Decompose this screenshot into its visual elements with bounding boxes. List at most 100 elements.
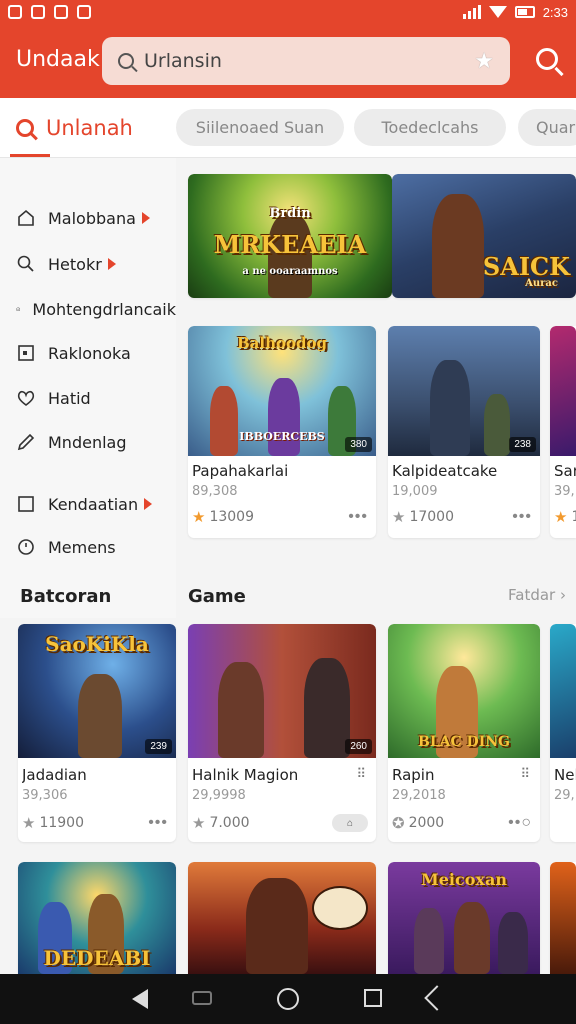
shield-icon	[54, 5, 68, 19]
star-icon: ✪	[392, 814, 405, 832]
chevron-right-icon	[107, 258, 116, 270]
game-art-title: Meicoxan	[421, 870, 507, 889]
game-card[interactable]: DEDEABI	[18, 862, 176, 974]
tab-indicator	[10, 154, 50, 157]
game-rating-value: 1	[571, 509, 576, 525]
game-rating: ★ 11900	[22, 814, 84, 832]
game-badge: 380	[345, 437, 372, 452]
banner-left[interactable]: Brdin MRKEAEIA a ne ooaraamnos	[188, 174, 392, 298]
sidebar-item[interactable]: Hetokr	[0, 244, 176, 284]
game-art-caption: BLAC DING	[418, 734, 510, 750]
see-all-label: Fatdar	[508, 586, 556, 604]
sidebar-item[interactable]: Raklonoka	[0, 333, 176, 373]
game-thumb: 238	[388, 326, 540, 456]
game-card[interactable]	[188, 862, 376, 974]
game-badge: 239	[145, 739, 172, 754]
mail-check-icon	[16, 307, 20, 311]
character-figure	[484, 394, 510, 456]
game-rating-value: 17000	[409, 509, 454, 525]
filter-chip[interactable]: Quar	[518, 109, 576, 146]
game-card[interactable]: SaoKiKla 239 Jadadian 39,306 ★ 11900 •••	[18, 624, 176, 842]
heart-icon	[17, 390, 35, 406]
system-nav-bar	[0, 974, 576, 1024]
chevron-right-icon: ›	[560, 586, 566, 604]
game-card[interactable]: 260 Halnik Magion ⠿ 29,9998 ★ 7.000 ⌂	[188, 624, 376, 842]
banner-left-subtitle: Brdin	[269, 206, 311, 221]
sidebar-item[interactable]: Hatid	[0, 378, 176, 418]
game-thumb: BLAC DING	[388, 624, 540, 758]
game-card[interactable]: Sar 39, ★ 1	[550, 326, 576, 538]
back-icon[interactable]	[132, 989, 148, 1009]
sidebar-item-label: Raklonoka	[48, 343, 131, 363]
drag-handle-icon[interactable]: ⠿	[520, 766, 530, 782]
game-card[interactable]: 238 Kalpideatcake 19,009 ★ 17000 •••	[388, 326, 540, 538]
game-title: Papahakarlai	[192, 462, 289, 480]
game-title: Sar	[554, 462, 576, 480]
status-time: 2:33	[542, 4, 568, 20]
search-box[interactable]: ★	[102, 37, 510, 85]
pencil-icon	[17, 433, 35, 451]
game-rating-value: 2000	[408, 815, 445, 831]
recents-icon[interactable]	[364, 989, 382, 1007]
sidebar-item[interactable]: Memens	[0, 527, 176, 567]
star-icon: ★	[192, 814, 206, 832]
game-card[interactable]: Nel 29,	[550, 624, 576, 842]
more-options-icon[interactable]: •••	[512, 508, 532, 526]
star-icon: ★	[392, 508, 406, 526]
search-button-icon[interactable]	[536, 48, 558, 70]
chevron-right-icon	[141, 212, 150, 224]
sidebar-item[interactable]: Kendaatian	[0, 484, 176, 524]
game-card[interactable]: BLAC DING Rapin ⠿ 29,2018 ✪ 2000 ••○	[388, 624, 540, 842]
filter-chip[interactable]: Toedeclcahs	[354, 109, 506, 146]
sidebar-item[interactable]: Malobbana	[0, 198, 176, 238]
game-thumb	[550, 326, 576, 456]
install-pill-icon[interactable]: ⌂	[332, 814, 368, 832]
game-badge: 260	[345, 739, 372, 754]
search-icon	[17, 255, 34, 272]
banner-left-caption: a ne ooaraamnos	[242, 266, 338, 277]
search-input[interactable]	[144, 50, 444, 72]
message-icon	[77, 5, 91, 19]
drag-handle-icon[interactable]: ⠿	[356, 766, 366, 782]
game-downloads: 39,306	[22, 788, 68, 803]
chevron-right-icon	[144, 498, 153, 510]
game-card[interactable]: Meicoxan	[388, 862, 540, 974]
banner-right[interactable]: SAICK Aurac	[392, 174, 576, 298]
more-options-icon[interactable]: •••	[148, 814, 168, 832]
game-card[interactable]: Balhoodog IBBOERCEBS 380 Papahakarlai 89…	[188, 326, 376, 538]
calendar-icon	[18, 345, 34, 361]
app-bar: Undaak ★	[0, 24, 576, 98]
character-figure	[304, 658, 350, 758]
sidebar-item-label: Mndenlag	[48, 432, 127, 452]
sidebar-item[interactable]: Mndenlag	[0, 422, 176, 462]
game-downloads: 29,	[554, 788, 575, 803]
game-title: Kalpideatcake	[392, 462, 498, 480]
home-icon[interactable]	[277, 988, 299, 1010]
app-brand[interactable]: Undaak	[16, 47, 100, 72]
character-figure	[210, 386, 238, 456]
game-downloads: 39,	[554, 484, 575, 499]
checkbox-icon	[18, 496, 34, 512]
game-rating-value: 13009	[209, 509, 254, 525]
tab-active[interactable]: Unlanah	[10, 98, 139, 158]
banner-left-title: MRKEAEIA	[213, 230, 367, 259]
favorite-star-icon[interactable]: ★	[474, 48, 494, 74]
more-options-icon[interactable]: •••	[348, 508, 368, 526]
character-figure	[414, 908, 444, 974]
game-rating-value: 7.000	[209, 815, 250, 831]
keyboard-icon[interactable]	[192, 991, 212, 1005]
character-figure	[498, 912, 528, 974]
character-figure	[78, 674, 122, 758]
sidebar-item-label: Mohtengdrlancaik	[32, 299, 176, 319]
see-all-link[interactable]: Fatdar ›	[508, 586, 566, 604]
more-options-icon[interactable]: ••○	[508, 814, 532, 832]
character-figure	[430, 360, 470, 456]
game-rating: ★ 17000	[392, 508, 454, 526]
game-card[interactable]	[550, 862, 576, 974]
game-thumb: DEDEABI	[18, 862, 176, 974]
filter-chip[interactable]: Siilenoaed Suan	[176, 109, 344, 146]
star-icon: ★	[22, 814, 36, 832]
game-title: Nel	[554, 766, 576, 784]
back-arrow-icon[interactable]	[424, 985, 450, 1011]
sidebar-item[interactable]: Mohtengdrlancaik	[0, 289, 176, 329]
